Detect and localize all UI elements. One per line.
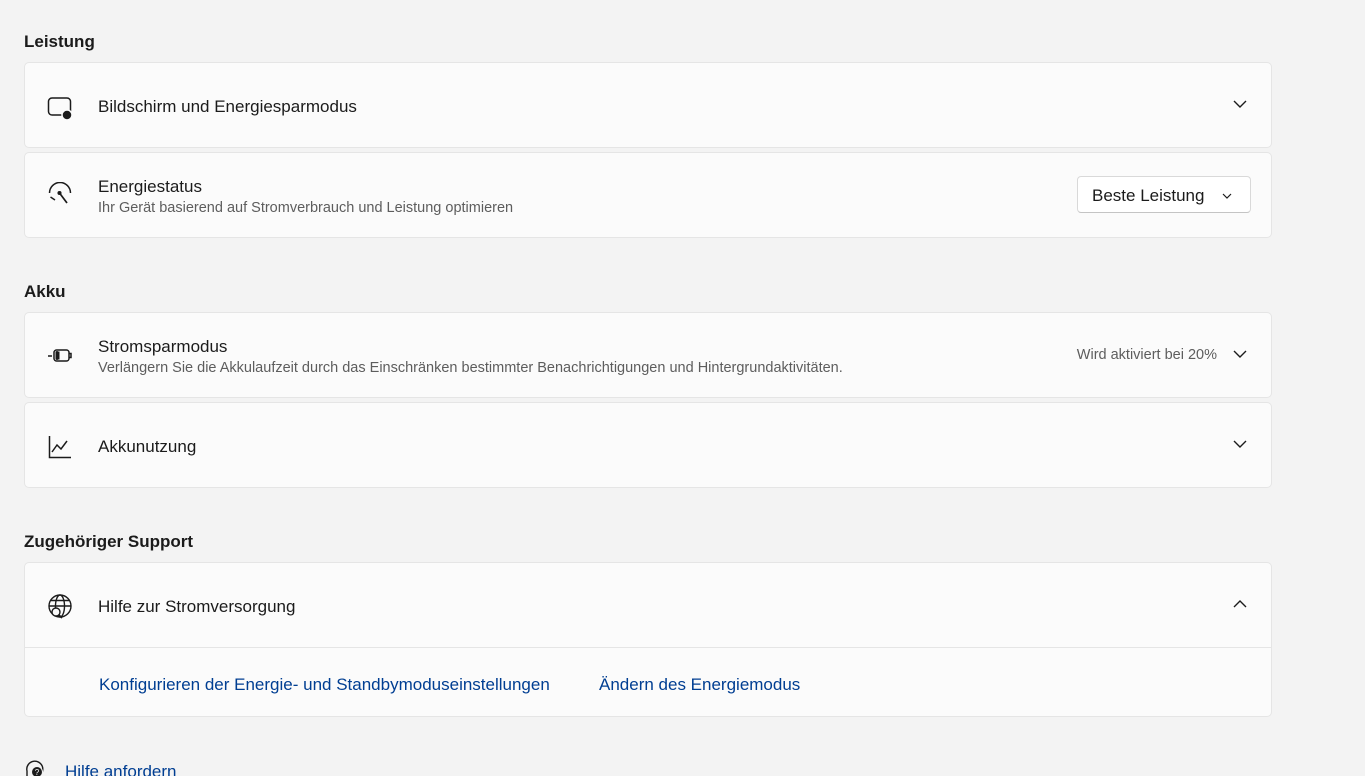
- power-help-title: Hilfe zur Stromversorgung: [98, 597, 296, 616]
- power-mode-subtitle: Ihr Gerät basierend auf Stromverbrauch u…: [98, 200, 514, 216]
- help-chat-icon: ?: [24, 758, 46, 776]
- section-title-support: Zugehöriger Support: [24, 532, 194, 551]
- chevron-down-icon[interactable]: [1231, 435, 1249, 453]
- link-change-power-mode[interactable]: Ändern des Energiemodus: [599, 675, 800, 695]
- line-chart-icon: [47, 434, 73, 460]
- chevron-down-icon[interactable]: [1231, 345, 1249, 363]
- section-title-performance: Leistung: [24, 32, 95, 51]
- screen-sleep-icon: [47, 95, 73, 121]
- svg-text:?: ?: [35, 768, 40, 776]
- chevron-down-icon[interactable]: [1231, 95, 1249, 113]
- power-mode-selected: Beste Leistung: [1092, 186, 1205, 205]
- chevron-down-icon: [1220, 189, 1234, 203]
- screen-sleep-row[interactable]: Bildschirm und Energiesparmodus: [25, 63, 1271, 147]
- link-configure-power-standby[interactable]: Konfigurieren der Energie- und Standbymo…: [99, 675, 550, 695]
- chevron-up-icon[interactable]: [1231, 595, 1249, 613]
- power-mode-title: Energiestatus: [98, 177, 202, 196]
- battery-saver-title: Stromsparmodus: [98, 337, 228, 356]
- settings-page: Leistung Bildschirm und Energiesparmodus: [0, 0, 1365, 776]
- get-help-link[interactable]: Hilfe anfordern: [65, 762, 177, 776]
- divider: [25, 647, 1271, 648]
- section-title-battery: Akku: [24, 282, 66, 301]
- battery-saver-icon: [47, 343, 73, 369]
- battery-usage-title: Akkunutzung: [98, 437, 197, 456]
- battery-saver-status: Wird aktiviert bei 20%: [1076, 347, 1217, 363]
- card-power-mode: Energiestatus Ihr Gerät basierend auf St…: [24, 152, 1272, 238]
- card-battery-usage: Akkunutzung: [24, 402, 1272, 488]
- power-help-row[interactable]: Hilfe zur Stromversorgung: [25, 563, 1271, 647]
- card-battery-saver: Stromsparmodus Verlängern Sie die Akkula…: [24, 312, 1272, 398]
- power-mode-dropdown[interactable]: Beste Leistung: [1077, 176, 1251, 213]
- card-power-help: Hilfe zur Stromversorgung Konfigurieren …: [24, 562, 1272, 717]
- battery-usage-row[interactable]: Akkunutzung: [25, 403, 1271, 487]
- battery-saver-subtitle: Verlängern Sie die Akkulaufzeit durch da…: [98, 360, 843, 376]
- power-gauge-icon: [47, 182, 73, 208]
- screen-sleep-title: Bildschirm und Energiesparmodus: [98, 97, 357, 116]
- battery-saver-row[interactable]: Stromsparmodus Verlängern Sie die Akkula…: [25, 313, 1271, 397]
- globe-search-icon: [47, 594, 73, 620]
- power-mode-row: Energiestatus Ihr Gerät basierend auf St…: [25, 153, 1271, 237]
- card-screen-sleep: Bildschirm und Energiesparmodus: [24, 62, 1272, 148]
